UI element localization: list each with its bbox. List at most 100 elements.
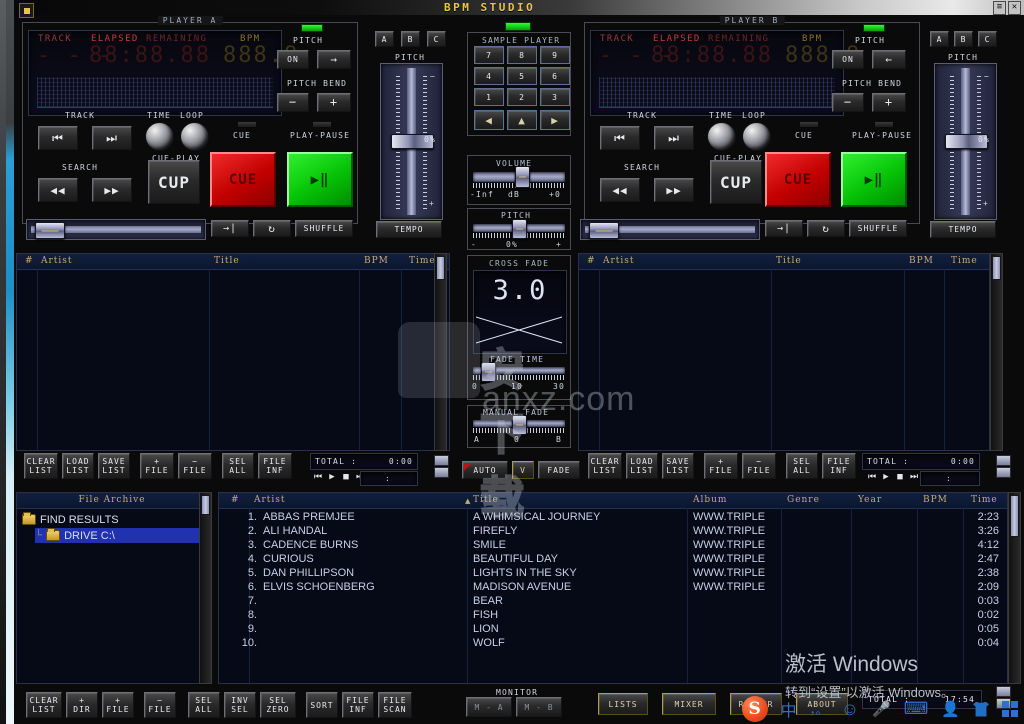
playlist-b-sel-all-button[interactable]: SEL ALL: [786, 453, 818, 479]
browser-cell-title[interactable]: BEAUTIFUL DAY: [473, 553, 558, 565]
browser-col-genre[interactable]: Genre: [787, 495, 820, 505]
browser-cell-title[interactable]: WOLF: [473, 637, 505, 649]
file-archive-panel[interactable]: File Archive FIND RESULTS └ DRIVE C:\: [16, 492, 208, 684]
browser-scrollbar[interactable]: [1008, 492, 1021, 684]
player-a-play-pause-button[interactable]: ▶‖: [287, 152, 353, 207]
browser-cell-time[interactable]: 2:38: [909, 567, 999, 579]
manual-fade-handle[interactable]: [512, 415, 527, 435]
sample-pad-5[interactable]: 5: [507, 67, 537, 85]
sample-pad-3[interactable]: 3: [540, 88, 570, 106]
playlist-b-save-list-button[interactable]: SAVE LIST: [662, 453, 694, 479]
player-b-bend-plus-button[interactable]: +: [872, 93, 906, 112]
browser-cell-time[interactable]: 4:12: [909, 539, 999, 551]
ime-punctuation-icon[interactable]: ，。: [810, 701, 828, 718]
ime-mode-icon[interactable]: 中: [781, 697, 797, 721]
browser-col-time[interactable]: Time: [971, 495, 998, 505]
crossfade-v-button[interactable]: V: [512, 461, 534, 479]
player-b-shuffle-button[interactable]: SHUFFLE: [849, 220, 907, 237]
playlist-b-col-title[interactable]: Title: [776, 256, 802, 266]
player-a-search-fwd-button[interactable]: ▶▶: [92, 178, 132, 202]
playlist-a-spinner[interactable]: [434, 455, 449, 478]
playlist-b-transport-2[interactable]: ■: [894, 471, 906, 483]
sample-eject-button[interactable]: ▲: [507, 110, 537, 130]
tool-sort-button[interactable]: SORT: [306, 692, 338, 718]
browser-cell-time[interactable]: 0:02: [909, 609, 999, 621]
playlist-b-col-bpm[interactable]: BPM: [909, 256, 934, 266]
playlist-a-col-bpm[interactable]: BPM: [364, 256, 389, 266]
browser-col-year[interactable]: Year: [858, 495, 882, 505]
player-b-loop-knob[interactable]: [742, 122, 771, 151]
browser-cell-title[interactable]: MADISON AVENUE: [473, 581, 571, 593]
playlist-a-file-button[interactable]: − FILE: [178, 453, 212, 479]
player-a-loop-knob[interactable]: [180, 122, 209, 151]
sample-prev-button[interactable]: ◀: [474, 110, 504, 130]
tool-file-inf-button[interactable]: FILE INF: [342, 692, 374, 718]
playlist-b-transport-3[interactable]: ⏭: [908, 471, 920, 483]
ime-user-icon[interactable]: 👤: [941, 700, 960, 718]
playlist-a-scrollbar[interactable]: [434, 253, 447, 451]
browser-cell-album[interactable]: WWW.TRIPLE: [693, 539, 765, 551]
player-b-position-slider[interactable]: [580, 219, 760, 240]
browser-cell-title[interactable]: SMILE: [473, 539, 506, 551]
playlist-b-scrollbar[interactable]: [990, 253, 1003, 451]
browser-cell-time[interactable]: 3:26: [909, 525, 999, 537]
player-a-cue-button[interactable]: CUE: [210, 152, 276, 207]
monitor-a-button[interactable]: M - A: [466, 697, 512, 717]
playlist-a-file-inf-button[interactable]: FILE INF: [258, 453, 292, 479]
player-a-loop-button[interactable]: ↻: [253, 220, 291, 237]
browser-cell-time[interactable]: 0:03: [909, 595, 999, 607]
playlist-a-sel-all-button[interactable]: SEL ALL: [222, 453, 254, 479]
playlist-b-file-button[interactable]: − FILE: [742, 453, 776, 479]
playlist-a-col-num[interactable]: #: [25, 256, 34, 266]
playlist-b-col-num[interactable]: #: [587, 256, 596, 266]
player-a-memory-a-button[interactable]: A: [375, 31, 394, 47]
archive-file-button[interactable]: − FILE: [144, 692, 176, 718]
crossfade-fade-button[interactable]: FADE: [538, 461, 580, 479]
browser-cell-time[interactable]: 2:47: [909, 553, 999, 565]
browser-cell-artist[interactable]: CURIOUS: [263, 553, 314, 565]
playlist-b-clear-list-button[interactable]: CLEAR LIST: [588, 453, 622, 479]
playlist-a-col-artist[interactable]: Artist: [41, 256, 73, 266]
player-b-pitch-on-button[interactable]: ON: [832, 50, 864, 69]
playlist-a-transport-2[interactable]: ■: [340, 471, 352, 483]
browser-col-bpm[interactable]: BPM: [923, 495, 948, 505]
playlist-b-transport-0[interactable]: ⏮: [866, 471, 878, 483]
selection-inv-sel-button[interactable]: INV SEL: [224, 692, 256, 718]
player-b-memory-a-button[interactable]: A: [930, 31, 949, 47]
browser-cell-num[interactable]: 2.: [233, 525, 257, 537]
player-b-next-track-button[interactable]: ⏭: [654, 126, 694, 150]
player-b-memory-c-button[interactable]: C: [978, 31, 997, 47]
browser-cell-album[interactable]: WWW.TRIPLE: [693, 567, 765, 579]
playlist-a[interactable]: # Artist Title BPM Time: [16, 253, 450, 451]
sample-pad-6[interactable]: 6: [540, 67, 570, 85]
player-a-waveform[interactable]: [37, 77, 273, 107]
title-bar[interactable]: BPM STUDIO ≡ ✕: [14, 0, 1024, 15]
sogou-ime-icon[interactable]: S: [741, 696, 768, 722]
selection-sel-all-button[interactable]: SEL ALL: [188, 692, 220, 718]
browser-cell-time[interactable]: 0:05: [909, 623, 999, 635]
player-a-bend-plus-button[interactable]: +: [317, 93, 351, 112]
player-a-pitch-direction-button[interactable]: →: [317, 50, 351, 69]
player-a-bend-minus-button[interactable]: −: [277, 93, 309, 112]
browser-cell-num[interactable]: 9.: [233, 623, 257, 635]
playlist-b-file-button[interactable]: + FILE: [704, 453, 738, 479]
player-a-prev-track-button[interactable]: ⏮: [38, 126, 78, 150]
player-b-play-pause-button[interactable]: ▶‖: [841, 152, 907, 207]
player-b-tempo-button[interactable]: TEMPO: [930, 221, 996, 238]
playlist-a-file-button[interactable]: + FILE: [140, 453, 174, 479]
browser-cell-num[interactable]: 8.: [233, 609, 257, 621]
playlist-b-col-time[interactable]: Time: [951, 256, 978, 266]
browser-cell-num[interactable]: 7.: [233, 595, 257, 607]
playlist-b-file-inf-button[interactable]: FILE INF: [822, 453, 856, 479]
player-b-bend-minus-button[interactable]: −: [832, 93, 864, 112]
player-b-search-fwd-button[interactable]: ▶▶: [654, 178, 694, 202]
player-a-time-knob[interactable]: [145, 122, 174, 151]
browser-cell-time[interactable]: 2:09: [909, 581, 999, 593]
player-a-pitch-on-button[interactable]: ON: [277, 50, 309, 69]
archive-clear-list-button[interactable]: CLEAR LIST: [26, 692, 62, 718]
sample-pad-7[interactable]: 7: [474, 46, 504, 64]
ime-skin-icon[interactable]: [973, 701, 989, 717]
browser-cell-artist[interactable]: ABBAS PREMJEE: [263, 511, 355, 523]
sample-pad-8[interactable]: 8: [507, 46, 537, 64]
player-a-memory-b-button[interactable]: B: [401, 31, 420, 47]
